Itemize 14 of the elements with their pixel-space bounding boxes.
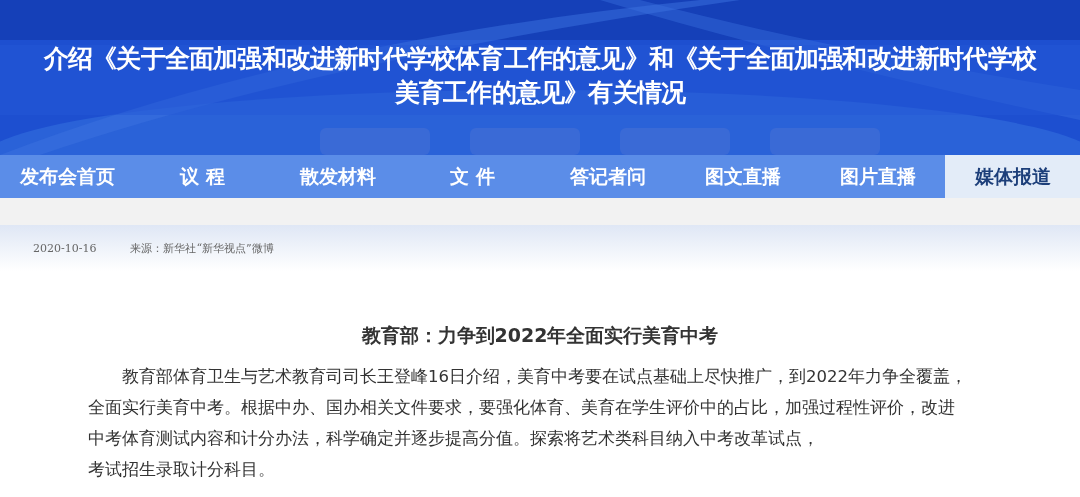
- page-title: 美育工作的意见》有关情况: [394, 77, 686, 109]
- nav-tab[interactable]: 发布会首页: [0, 155, 135, 198]
- publish-date: 2020-10-16: [33, 241, 97, 255]
- nav-tab[interactable]: 图文直播: [675, 155, 810, 198]
- nav-tab[interactable]: 议 程: [135, 155, 270, 198]
- nav-tab[interactable]: 散发材料: [270, 155, 405, 198]
- source-text: 来源：新华社“新华视点”微博: [130, 240, 274, 256]
- nav-tab[interactable]: 媒体报道: [945, 155, 1080, 198]
- nav-tab[interactable]: 文 件: [405, 155, 540, 198]
- article-headline: 教育部：力争到2022年全面实行美育中考: [361, 324, 719, 346]
- page-title: 介绍《关于全面加强和改进新时代学校体育工作的意见》和《关于全面加强和改进新时代学校: [43, 43, 1037, 75]
- article-paragraph: 教育部体育卫生与艺术教育司司长王登峰16日介绍，美育中考要在试点基础上尽快推广，到2022年力争全覆盖， 全面实行美育中考。根据中办、国办相关文件要求，要强化体育、美育在学生评价中的占比，加强过程性评价，改进 中考体育测试内容和计分办法，科学确定并逐步提高分值。探索将艺术类科目纳入中考改革试点， 考试招生录取计分科目。: [88, 366, 968, 481]
- nav-tab[interactable]: 图片直播: [810, 155, 945, 198]
- nav-tab[interactable]: 答记者问: [540, 155, 675, 198]
